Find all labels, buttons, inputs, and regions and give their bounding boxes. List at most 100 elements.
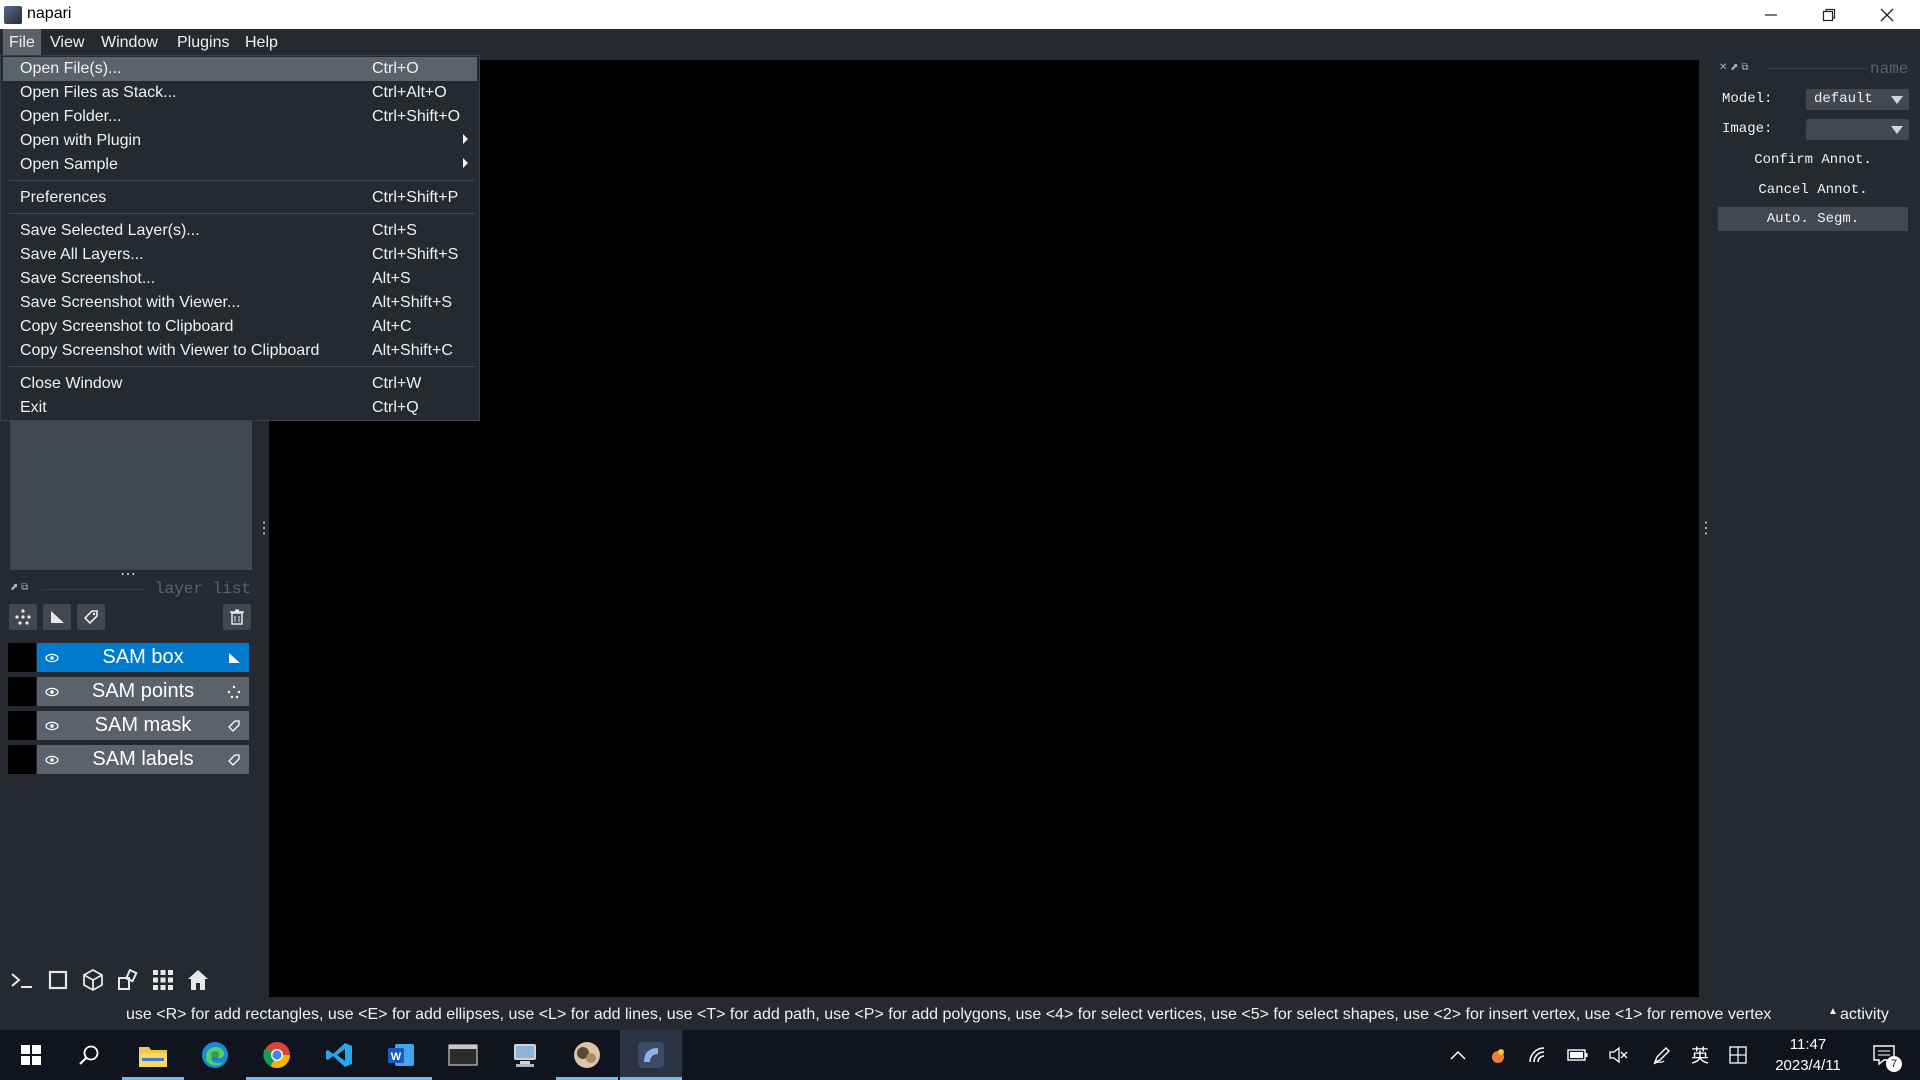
submenu-arrow-icon [463,134,468,144]
minimize-icon[interactable] [1742,0,1800,29]
close-icon[interactable] [1858,0,1916,29]
edge-taskbar[interactable] [184,1030,246,1080]
menu-open-folder[interactable]: Open Folder... Ctrl+Shift+O [3,105,477,129]
dock-widget-controls-icon[interactable]: ✕ ⬈ ⧉ [1719,62,1748,73]
layer-thumbnail [8,711,36,740]
transpose-icon [118,968,138,990]
menu-copy-screenshot-with-viewer[interactable]: Copy Screenshot with Viewer to Clipboard… [3,339,477,363]
menu-save-screenshot[interactable]: Save Screenshot... Alt+S [3,267,477,291]
volume-muted-icon[interactable] [1604,1030,1632,1080]
menu-view[interactable]: View [44,29,90,57]
grid-view-button[interactable] [149,966,177,994]
model-select[interactable]: default [1806,89,1909,110]
layer-name[interactable]: SAM box [67,643,219,672]
delete-layer-button[interactable] [223,604,251,630]
menu-save-screenshot-with-viewer[interactable]: Save Screenshot with Viewer... Alt+Shift+… [3,291,477,315]
submenu-arrow-icon [463,158,468,168]
layer-row-sam-box[interactable]: SAM box [8,643,249,672]
layer-row-sam-labels[interactable]: SAM labels [8,745,249,774]
network-icon[interactable] [1524,1030,1552,1080]
title-bar: napari [0,0,1920,29]
status-bar: use <R> for add rectangles, use <E> for … [0,1000,1920,1030]
word-taskbar[interactable]: W [370,1030,432,1080]
viewer-canvas[interactable] [269,60,1699,997]
roll-dims-button[interactable] [79,966,107,994]
layer-name[interactable]: SAM labels [67,745,219,774]
chrome-icon [263,1042,291,1069]
chevron-down-icon [1891,126,1903,134]
menu-close-window[interactable]: Close Window Ctrl+W [3,372,477,396]
new-points-layer-button[interactable] [9,604,37,630]
clock-time: 11:47 [1789,1036,1827,1053]
layer-controls-panel [10,420,252,570]
transpose-button[interactable] [114,966,142,994]
menu-separator [9,213,475,214]
menu-save-selected-layers[interactable]: Save Selected Layer(s)... Ctrl+S [3,219,477,243]
menu-save-all-layers[interactable]: Save All Layers... Ctrl+Shift+S [3,243,477,267]
ndisplay-button[interactable] [44,966,72,994]
caret-up-icon: ▲ [1828,1006,1838,1017]
menu-open-files-as-stack[interactable]: Open Files as Stack... Ctrl+Alt+O [3,81,477,105]
menu-open-files[interactable]: Open File(s)... Ctrl+O [3,57,477,81]
visibility-eye-icon[interactable] [45,753,59,767]
menu-exit[interactable]: Exit Ctrl+Q [3,396,477,420]
visibility-eye-icon[interactable] [45,651,59,665]
command-prompt-icon [448,1044,478,1066]
left-dock-resize-handle[interactable]: ⋮ [256,518,272,538]
visibility-eye-icon[interactable] [45,719,59,733]
visibility-eye-icon[interactable] [45,685,59,699]
points-icon [227,685,241,699]
vscode-taskbar[interactable] [308,1030,370,1080]
splitter-handle[interactable]: ⋯ [120,564,136,584]
pen-ink-icon[interactable] [1648,1030,1676,1080]
confirm-annotation-button[interactable]: Confirm Annot. [1718,148,1908,172]
tray-app-icon[interactable] [1484,1030,1512,1080]
windows-taskbar: W 英 11:47 2023/4/11 7 [0,1030,1920,1080]
start-button[interactable] [0,1030,62,1080]
word-icon: W [388,1044,414,1066]
search-button[interactable] [58,1030,120,1080]
layer-row-sam-points[interactable]: SAM points [8,677,249,706]
notifications-button[interactable]: 7 [1864,1030,1904,1080]
right-dock-resize-handle[interactable]: ⋮ [1698,518,1714,538]
ime-language-indicator[interactable]: 英 [1688,1030,1712,1080]
file-explorer-taskbar[interactable] [122,1030,184,1080]
new-labels-layer-button[interactable] [77,604,105,630]
shapes-icon [229,653,240,663]
model-label: Model: [1722,91,1773,107]
console-button[interactable] [8,966,36,994]
cancel-annotation-button[interactable]: Cancel Annot. [1718,178,1908,202]
menu-open-sample[interactable]: Open Sample [3,153,477,177]
menu-preferences[interactable]: Preferences Ctrl+Shift+P [3,186,477,210]
app-taskbar-item[interactable] [556,1030,618,1080]
new-shapes-layer-button[interactable] [43,604,71,630]
napari-taskbar[interactable] [620,1030,682,1080]
menu-open-with-plugin[interactable]: Open with Plugin [3,129,477,153]
edge-browser-icon [202,1042,228,1068]
menu-plugins[interactable]: Plugins [171,29,235,57]
menu-help[interactable]: Help [239,29,284,57]
auto-segmentation-button[interactable]: Auto. Segm. [1718,207,1908,231]
menu-copy-screenshot[interactable]: Copy Screenshot to Clipboard Alt+C [3,315,477,339]
remote-desktop-taskbar[interactable] [494,1030,556,1080]
image-select[interactable] [1806,119,1909,140]
menu-file[interactable]: File [3,29,41,57]
show-hidden-icons-icon[interactable] [1444,1030,1472,1080]
layer-thumbnail [8,677,36,706]
layer-name[interactable]: SAM mask [67,711,219,740]
battery-icon[interactable] [1564,1030,1592,1080]
layer-row-sam-mask[interactable]: SAM mask [8,711,249,740]
terminal-taskbar[interactable] [432,1030,494,1080]
clock[interactable]: 11:47 2023/4/11 [1764,1034,1852,1076]
model-select-value: default [1814,91,1873,107]
title-divider [42,589,146,590]
layer-name[interactable]: SAM points [67,677,219,706]
ime-mode-icon[interactable] [1724,1030,1752,1080]
restore-icon[interactable] [1800,0,1858,29]
home-button[interactable] [184,966,212,994]
activity-button[interactable]: activity [1840,1006,1889,1024]
float-dock-icon[interactable]: ⬈ ⧉ [10,582,28,593]
chrome-taskbar[interactable] [246,1030,308,1080]
menu-window[interactable]: Window [95,29,164,57]
notification-count-badge: 7 [1886,1056,1902,1072]
